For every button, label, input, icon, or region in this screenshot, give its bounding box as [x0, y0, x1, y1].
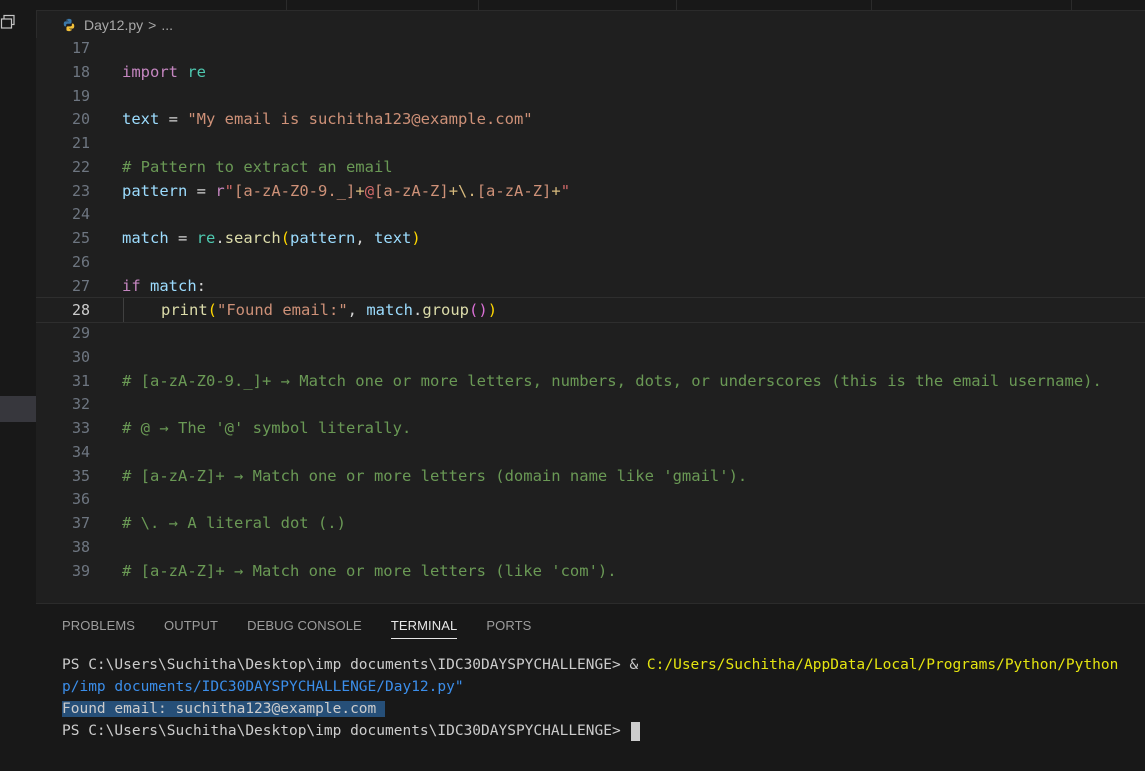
code-line[interactable]: 23 pattern = r"[a-zA-Z0-9._]+@[a-zA-Z]+\… [36, 179, 1145, 203]
tab-debug-console[interactable]: DEBUG CONSOLE [247, 618, 362, 639]
code-line[interactable]: 36 [36, 487, 1145, 511]
line-number: 36 [71, 489, 90, 508]
line-number: 32 [71, 394, 90, 413]
line-number: 34 [71, 442, 90, 461]
line-number: 39 [71, 561, 90, 580]
code-line[interactable]: 17 [36, 36, 1145, 60]
line-number: 29 [71, 323, 90, 342]
code-comment: # Pattern to extract an email [122, 157, 393, 176]
breadcrumb[interactable]: Day12.py > ... [62, 14, 173, 36]
terminal-cursor [631, 721, 641, 741]
code-text: text = "My email is suchitha123@example.… [122, 109, 533, 128]
code-line[interactable]: 20 text = "My email is suchitha123@examp… [36, 107, 1145, 131]
line-number: 26 [71, 252, 90, 271]
line-number: 38 [71, 537, 90, 556]
editor-tab-strip [36, 0, 1145, 11]
code-line-current[interactable]: 28 print("Found email:", match.group()) [36, 297, 1145, 323]
tab-separator [871, 0, 872, 10]
code-text: match = re.search(pattern, text) [122, 228, 421, 247]
code-line[interactable]: 25 match = re.search(pattern, text) [36, 226, 1145, 250]
code-comment: # \. → A literal dot (.) [122, 513, 346, 532]
terminal-line: PS C:\Users\Suchitha\Desktop\imp documen… [62, 657, 1119, 673]
code-line[interactable]: 24 [36, 202, 1145, 226]
code-line[interactable]: 32 [36, 392, 1145, 416]
code-text: import re [122, 62, 206, 81]
tab-output[interactable]: OUTPUT [164, 618, 218, 639]
code-text: print("Found email:", match.group()) [161, 300, 498, 319]
activity-selected-item[interactable] [0, 396, 36, 422]
code-line[interactable]: 34 [36, 440, 1145, 464]
breadcrumb-file[interactable]: Day12.py [84, 17, 143, 33]
chevron-right-icon: > [148, 17, 157, 33]
line-number: 20 [71, 109, 90, 128]
terminal-line: p/imp documents/IDC30DAYSPYCHALLENGE/Day… [62, 679, 464, 695]
line-number: 31 [71, 371, 90, 390]
code-line[interactable]: 37 # \. → A literal dot (.) [36, 511, 1145, 535]
code-line[interactable]: 21 [36, 131, 1145, 155]
terminal[interactable]: PS C:\Users\Suchitha\Desktop\imp documen… [62, 654, 1145, 742]
python-file-icon [63, 18, 75, 32]
tab-separator [676, 0, 677, 10]
tab-separator [478, 0, 479, 10]
line-number: 24 [71, 204, 90, 223]
bottom-panel: PROBLEMS OUTPUT DEBUG CONSOLE TERMINAL P… [36, 603, 1145, 771]
code-line[interactable]: 30 [36, 345, 1145, 369]
code-line[interactable]: 33 # @ → The '@' symbol literally. [36, 416, 1145, 440]
code-line[interactable]: 35 # [a-zA-Z]+ → Match one or more lette… [36, 464, 1145, 488]
code-line[interactable]: 39 # [a-zA-Z]+ → Match one or more lette… [36, 559, 1145, 583]
tab-problems[interactable]: PROBLEMS [62, 618, 135, 639]
line-number: 21 [71, 133, 90, 152]
terminal-output: Found email: suchitha123@example.com [62, 701, 386, 717]
line-number: 17 [71, 38, 90, 57]
line-number: 18 [71, 62, 90, 81]
code-text: if match: [122, 276, 207, 295]
code-line[interactable]: 29 [36, 321, 1145, 345]
indent-guide [123, 298, 124, 322]
code-comment: # [a-zA-Z0-9._]+ → Match one or more let… [122, 371, 1102, 390]
tab-separator [286, 0, 287, 10]
line-number: 28 [71, 300, 90, 319]
code-line[interactable]: 22 # Pattern to extract an email [36, 155, 1145, 179]
line-number: 30 [71, 347, 90, 366]
code-comment: # [a-zA-Z]+ → Match one or more letters … [122, 466, 748, 485]
code-text: pattern = r"[a-zA-Z0-9._]+@[a-zA-Z]+\.[a… [122, 181, 571, 200]
line-number: 22 [71, 157, 90, 176]
code-comment: # [a-zA-Z]+ → Match one or more letters … [122, 561, 617, 580]
terminal-prompt: PS C:\Users\Suchitha\Desktop\imp documen… [62, 720, 1145, 742]
code-line[interactable]: 31 # [a-zA-Z0-9._]+ → Match one or more … [36, 369, 1145, 393]
tab-ports[interactable]: PORTS [486, 618, 531, 639]
tab-terminal[interactable]: TERMINAL [390, 618, 458, 639]
panel-tabs: PROBLEMS OUTPUT DEBUG CONSOLE TERMINAL P… [62, 618, 560, 639]
line-number: 27 [71, 276, 90, 295]
breadcrumb-more[interactable]: ... [161, 17, 173, 33]
restore-window-icon[interactable] [0, 14, 16, 30]
code-comment: # @ → The '@' symbol literally. [122, 418, 412, 437]
line-number: 19 [71, 86, 90, 105]
code-line[interactable]: 27 if match: [36, 274, 1145, 298]
code-line[interactable]: 18 import re [36, 60, 1145, 84]
activity-bar [0, 0, 37, 771]
code-editor[interactable]: 17 18 import re 19 20 text = "My email i… [36, 38, 1145, 603]
tab-separator [1071, 0, 1072, 10]
line-number: 33 [71, 418, 90, 437]
code-line[interactable]: 26 [36, 250, 1145, 274]
line-number: 35 [71, 466, 90, 485]
line-number: 23 [71, 181, 90, 200]
line-number: 37 [71, 513, 90, 532]
line-number: 25 [71, 228, 90, 247]
code-line[interactable]: 38 [36, 535, 1145, 559]
code-line[interactable]: 19 [36, 84, 1145, 108]
